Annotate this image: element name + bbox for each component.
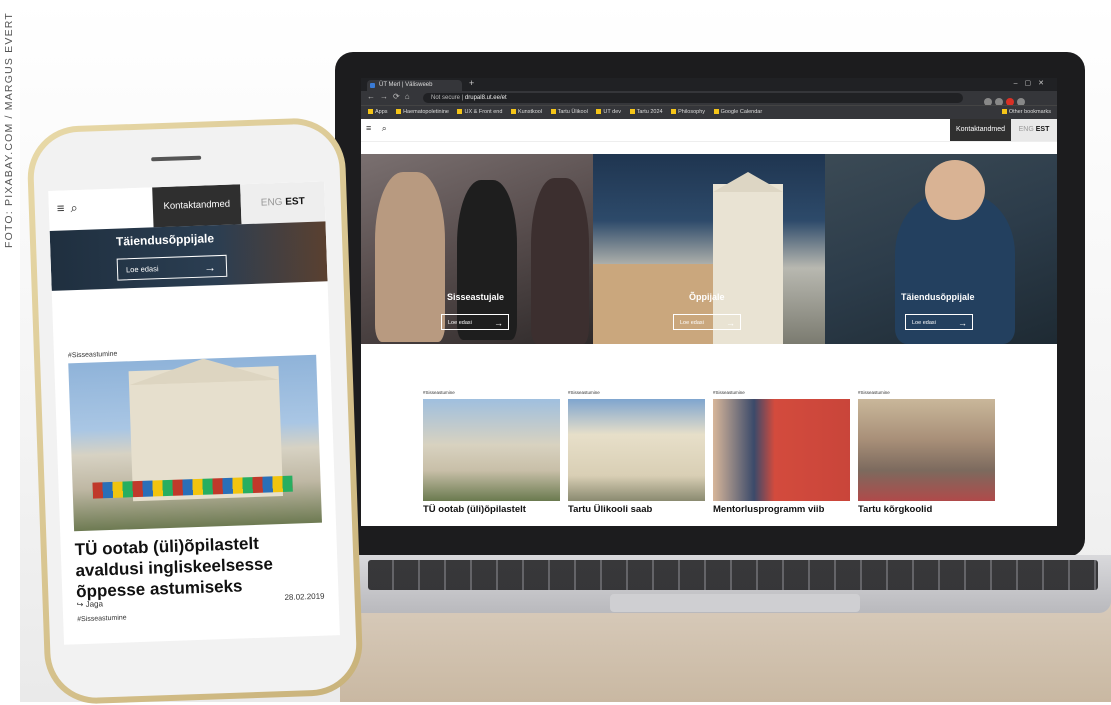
card-image [858,399,995,501]
read-more-label: Loe edasi [912,320,936,326]
arrow-right-icon: → [494,318,503,328]
bookmarks-bar: Apps Haematopoletinine UX & Front end Ku… [361,105,1057,119]
read-more-button[interactable]: Loe edasi → [116,254,228,281]
read-more-label: Loe edasi [680,320,704,326]
card-tag[interactable]: #Sisseastumine [858,390,995,399]
news-card[interactable]: #Sisseastumine Tartu Ülikooli saab [568,390,705,516]
browser-toolbar: ←→⟳⌂ Not secure | drupal8.ut.ee/et [361,91,1057,106]
phone-screen: ≡⌕ Kontaktandmed ENG EST Täiendusõppijal… [48,181,340,645]
student-figure [375,172,445,342]
bookmark-item[interactable]: Kunstkool [511,109,542,115]
arrow-right-icon: → [203,260,217,275]
bookmark-item[interactable]: Haematopoletinine [396,109,449,115]
article-image [68,354,322,532]
phone-face: ≡⌕ Kontaktandmed ENG EST Täiendusõppijal… [32,122,358,700]
address-bar[interactable]: Not secure | drupal8.ut.ee/et [423,93,963,103]
student-head [925,160,985,220]
news-cards: #Sisseastumine TÜ ootab (üli)õpilastelt … [423,390,995,516]
phone-speaker [151,155,202,162]
hero-title: Sisseastujale [447,292,505,302]
bookmark-item[interactable]: Apps [368,109,388,115]
hero-panel-applicants[interactable]: Sisseastujale Loe edasi → [361,154,593,344]
article-date: 28.02.2019 [284,591,325,602]
window-controls[interactable]: –▢✕ [1014,79,1051,87]
language-switch[interactable]: ENG EST [240,181,326,225]
read-more-button[interactable]: Loe edasi → [441,314,509,330]
desk-surface [340,600,1111,702]
browser-tab-strip: ÜT Merl | Välisweeb + –▢✕ [361,78,1057,91]
bookmark-item[interactable]: Philosophy [671,109,705,115]
read-more-button[interactable]: Loe edasi → [673,314,741,330]
photo-credit-text: FOTO: PIXABAY.COM / MARGUS EVERT [3,12,15,248]
share-label[interactable]: Jaga [85,599,103,609]
new-tab-icon[interactable]: + [469,78,474,88]
card-title[interactable]: Tartu Ülikooli saab [568,504,705,516]
card-tag[interactable]: #Sisseastumine [568,390,705,399]
hero-panels: Sisseastujale Loe edasi → Õppijale Loe ed… [361,154,1057,344]
read-more-button[interactable]: Loe edasi → [905,314,973,330]
card-image [568,399,705,501]
laptop-keyboard [368,560,1098,590]
nav-arrows-icon[interactable]: ←→⟳⌂ [367,92,415,101]
hero-panel-learners[interactable]: Õppijale Loe edasi → [593,154,825,344]
arrow-right-icon: → [726,318,735,328]
menu-search-icons[interactable]: ≡ ⌕ [366,123,391,134]
not-secure-label: Not secure [431,95,461,101]
bookmark-item[interactable]: UX & Front end [457,109,502,115]
card-title[interactable]: Tartu kõrgkoolid [858,504,995,516]
site-header: ≡ ⌕ Kontaktandmed ENG EST [361,119,1057,142]
side-building [593,264,713,344]
browser-tab[interactable]: ÜT Merl | Välisweeb [367,80,462,91]
phone-device: ≡⌕ Kontaktandmed ENG EST Täiendusõppijal… [26,116,364,705]
bookmark-item[interactable]: UT dev [596,109,621,115]
menu-search-icons[interactable]: ≡⌕ [57,200,84,217]
lang-eng[interactable]: ENG [261,197,283,209]
article-tag[interactable]: #Sisseastumine [77,615,127,624]
phone-hero-banner[interactable]: Täiendusõppijale Loe edasi → [49,221,328,291]
hero-title: Õppijale [689,292,725,302]
read-more-label: Loe edasi [125,264,159,275]
bookmark-item[interactable]: Tartu 2024 [630,109,663,115]
extension-icons[interactable] [981,93,1051,106]
contact-link[interactable]: Kontaktandmed [152,184,242,228]
contact-link[interactable]: Kontaktandmed [949,119,1011,141]
news-card[interactable]: #Sisseastumine Mentorlusprogramm viib [713,390,850,516]
photo-credit: FOTO: PIXABAY.COM / MARGUS EVERT [2,6,16,266]
news-card[interactable]: #Sisseastumine Tartu kõrgkoolid [858,390,995,516]
bookmark-item[interactable]: Google Calendar [714,109,763,115]
url-text: drupal8.ut.ee/et [464,95,507,101]
other-bookmarks[interactable]: Other bookmarks [1002,106,1051,119]
banner-title: Täiendusõppijale [115,231,215,249]
card-image [423,399,560,501]
bookmark-item[interactable]: Tartu Ülikool [551,109,588,115]
article-title[interactable]: TÜ ootab (üli)õpilastelt avaldusi inglis… [74,531,326,603]
lang-eng[interactable]: ENG [1019,126,1034,133]
news-card[interactable]: #Sisseastumine TÜ ootab (üli)õpilastelt [423,390,560,516]
card-image [713,399,850,501]
card-title[interactable]: TÜ ootab (üli)õpilastelt [423,504,560,516]
share-icon[interactable]: ↪ [77,600,84,609]
language-switch[interactable]: ENG EST [1011,119,1057,141]
building-pediment [713,172,783,192]
lang-est[interactable]: EST [1036,126,1050,133]
laptop-screen: ÜT Merl | Välisweeb + –▢✕ ←→⟳⌂ Not secur… [361,78,1057,526]
read-more-label: Loe edasi [448,320,472,326]
lang-est[interactable]: EST [285,196,305,208]
card-title[interactable]: Mentorlusprogramm viib [713,504,850,516]
hero-panel-continuing[interactable]: Täiendusõppijale Loe edasi → [825,154,1057,344]
student-figure [531,178,589,344]
card-tag[interactable]: #Sisseastumine [713,390,850,399]
card-tag[interactable]: #Sisseastumine [423,390,560,399]
hero-title: Täiendusõppijale [901,292,975,302]
laptop-touchpad [610,594,860,612]
arrow-right-icon: → [958,318,967,328]
